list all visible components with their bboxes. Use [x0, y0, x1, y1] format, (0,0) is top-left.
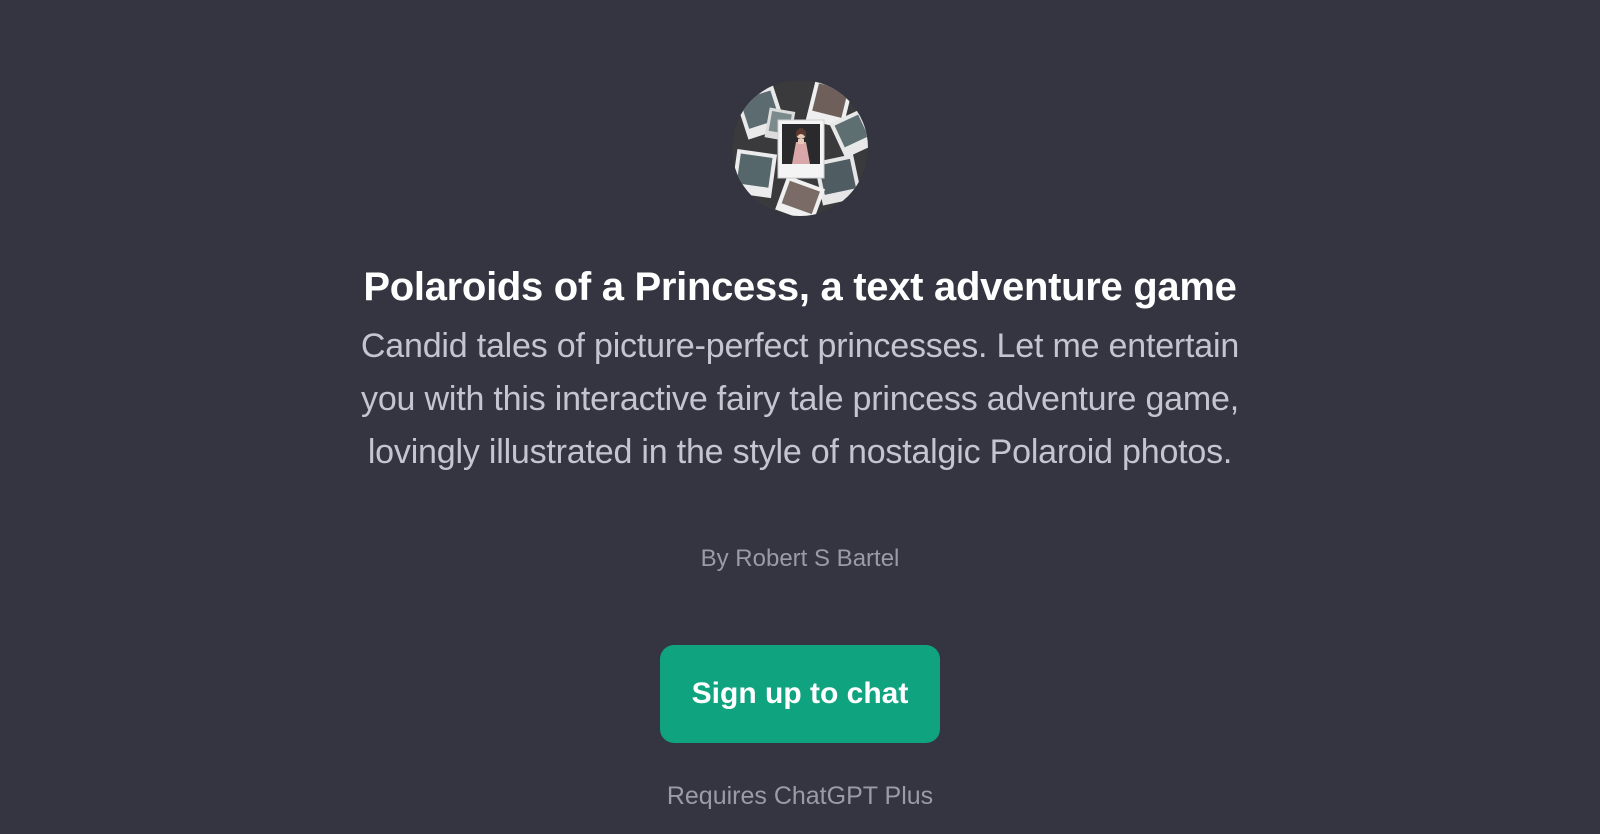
polaroid-collage-icon: [732, 80, 868, 216]
plus-requirement-note: Requires ChatGPT Plus: [666, 782, 934, 810]
gpt-title: Polaroids of a Princess, a text adventur…: [363, 265, 1237, 309]
gpt-author: By Robert S Bartel: [700, 545, 900, 572]
gpt-avatar-image: [732, 80, 868, 216]
gpt-description: Candid tales of picture-perfect princess…: [360, 327, 1240, 471]
gpt-landing-page: Polaroids of a Princess, a text adventur…: [0, 0, 1600, 834]
sign-up-to-chat-button[interactable]: Sign up to chat: [660, 645, 940, 743]
